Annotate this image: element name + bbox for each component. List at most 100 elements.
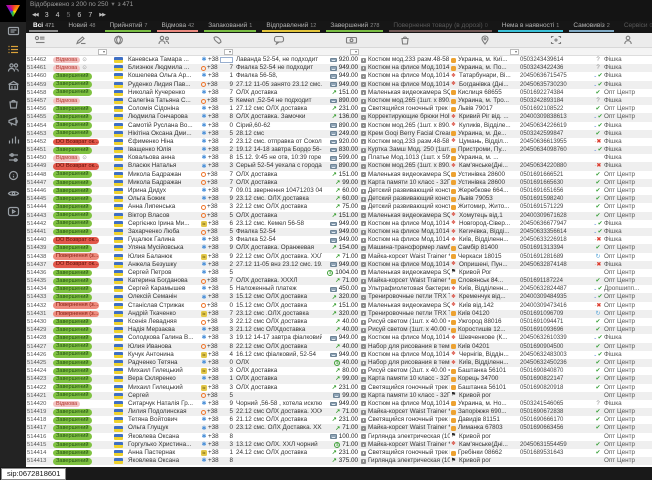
product-cell[interactable]: Костюм на флисе Мод.1014 (1ш... — [360, 220, 450, 228]
order-status[interactable]: Завершений — [52, 441, 108, 449]
table-row[interactable]: 514430 Завершений Ксенія Левадняя +383 2… — [26, 318, 652, 326]
address-cell[interactable]: Ужгород 88016 — [450, 318, 520, 326]
tracking-number[interactable]: 0503242893184 — [520, 97, 592, 105]
tab-Сервіси[interactable]: Сервіси0 — [617, 21, 652, 33]
phone-cell[interactable]: +383 — [200, 318, 234, 326]
phone-cell[interactable]: ✱+382 — [200, 146, 234, 154]
product-cell[interactable]: Гирлянда электрическая (100 л... — [360, 457, 450, 465]
table-row[interactable]: 514437 DO Возврат ок... Анжела Безушку ✱… — [26, 261, 652, 269]
tracking-number[interactable]: 0501690672838 — [520, 408, 592, 416]
address-cell[interactable]: Корець 34700 — [450, 375, 520, 383]
phone-cell[interactable]: ✱+380 — [200, 424, 234, 432]
phone-cell[interactable]: ic+386 — [200, 220, 234, 228]
order-status[interactable]: Завершений — [52, 433, 108, 441]
phone-cell[interactable]: +387 — [200, 179, 234, 187]
phone-cell[interactable]: ✱+383 — [200, 293, 234, 301]
table-row[interactable]: 514453 Завершений Нікітіна Оксана Дми...… — [26, 130, 652, 138]
order-comment[interactable]: ОЛХ доставка — [234, 375, 322, 383]
address-cell[interactable]: Самбір 81400 — [450, 244, 520, 252]
phone-cell[interactable]: +385 — [200, 392, 234, 400]
order-comment[interactable] — [234, 433, 322, 441]
order-comment[interactable]: Лаванда 52-54, не подходит — [234, 56, 322, 64]
phone-cell[interactable]: ✱+388 — [200, 457, 234, 465]
order-status[interactable]: Відмова — [52, 400, 108, 408]
order-comment[interactable]: Фиалка 56-58, — [234, 72, 322, 80]
order-status[interactable]: Завершений — [52, 105, 108, 113]
phone-cell[interactable]: ✱+385 — [200, 285, 234, 293]
table-row[interactable]: 514452 DO Возврат ок... Єфименко Ніна ✱+… — [26, 138, 652, 146]
address-cell[interactable]: ⚑Кривой рог — [450, 392, 520, 400]
order-comment[interactable]: Кемел ,52-54 не подходит — [234, 97, 322, 105]
client-name[interactable]: Ольга Божик — [128, 195, 200, 203]
address-cell[interactable]: ❖Шевченкове (К... — [450, 334, 520, 342]
order-comment[interactable]: ОЛХ доставка — [234, 89, 322, 97]
sidebar-item-clients[interactable] — [0, 58, 26, 76]
order-status[interactable]: Завершений — [52, 343, 108, 351]
product-cell[interactable]: Костюм мод.233 разм.48-58 (1... — [360, 138, 450, 146]
address-cell[interactable]: Устинівка 28600 — [450, 171, 520, 179]
address-cell[interactable]: Лиманка 67803 — [450, 424, 520, 432]
order-status[interactable]: Завершений — [52, 171, 108, 179]
client-name[interactable]: Лилия Подолинская — [128, 408, 200, 416]
tracking-number[interactable]: 20450632610339 — [520, 334, 592, 342]
client-name[interactable]: Микола Бадражан — [128, 171, 200, 179]
order-status[interactable]: Завершений — [52, 351, 108, 359]
tracking-number[interactable] — [520, 392, 592, 400]
client-name[interactable]: Каневська Тамара ... — [128, 56, 200, 64]
phone-cell[interactable]: ✱+382 — [200, 138, 234, 146]
page-7[interactable]: 7 — [88, 10, 92, 21]
client-name[interactable]: Ольга Глущук — [128, 424, 200, 432]
product-cell[interactable]: Куртка Замш Мод. 250 (1шт. х 8... — [360, 146, 450, 154]
order-comment[interactable]: 23.12 смс. отправка от Сокол... — [234, 138, 322, 146]
table-row[interactable]: 514456 Завершений Соломія Сідоніна ✱+381… — [26, 105, 652, 113]
sidebar-item-settings[interactable] — [0, 148, 26, 166]
order-status[interactable]: Завершений — [52, 244, 108, 252]
table-row[interactable]: 514422 Завершений Михаил Гилецький ic+38… — [26, 384, 652, 392]
phone-filter-dropdown[interactable]: ▾ — [224, 49, 233, 55]
client-name[interactable]: Нікітіна Оксана Дми... — [128, 130, 200, 138]
order-status[interactable]: Завершений — [52, 326, 108, 334]
table-row[interactable]: 514447 Завершений Микола Бадражан +387 О… — [26, 179, 652, 187]
product-cell[interactable]: Детский развивающий констру... — [360, 203, 450, 211]
order-comment[interactable]: 19.12 14-17 завтра фіалковий,... — [234, 334, 322, 342]
client-name[interactable]: Ковальова анна — [128, 154, 200, 162]
client-name[interactable]: Надія Мерзаєва — [128, 326, 200, 334]
address-cell[interactable]: ⚑Кривой рог — [450, 457, 520, 465]
table-row[interactable]: 514435 Завершений Катерина Богданова +38… — [26, 277, 652, 285]
address-cell[interactable]: ❖Опришені, Пун... — [450, 261, 520, 269]
table-row[interactable]: 514448 Завершений Микола Бадражан +387 О… — [26, 171, 652, 179]
order-status[interactable]: Відмова⊙ — [52, 64, 108, 72]
address-cell[interactable]: ❖Цумань, Відділ... — [450, 138, 520, 146]
table-row[interactable]: 514415 Завершений Горгулько Христина... … — [26, 441, 652, 449]
order-status[interactable]: Завершений — [52, 375, 108, 383]
order-status[interactable]: Завершений — [52, 113, 108, 121]
table-row[interactable]: 514414 Завершений Анна Пастернак ic+381 … — [26, 449, 652, 457]
table-row[interactable]: 514460 Завершений Кошелева Ольга Ар... ✱… — [26, 72, 652, 80]
phone-cell[interactable]: +385 — [200, 212, 234, 220]
product-cell[interactable]: Маленькая видеокамера SQ8 *... — [360, 171, 450, 179]
address-cell[interactable]: ❖Новгород-Сівер... — [450, 220, 520, 228]
order-status[interactable]: Повернення (з... — [52, 302, 108, 310]
product-cell[interactable]: Костюм на флисе Мод.1014 (1ш... — [360, 64, 450, 72]
tracking-number[interactable]: 20450634098760 — [520, 146, 592, 154]
address-cell[interactable]: ❖Богданівка (Дні... — [450, 81, 520, 89]
phone-cell[interactable]: +387 — [200, 64, 234, 72]
client-name[interactable]: Ирина Дидух — [128, 187, 200, 195]
column-manager-header[interactable] — [604, 33, 652, 47]
order-comment[interactable]: ОЛХ доставка — [234, 367, 322, 375]
order-comment[interactable]: Наложенный платеж — [234, 285, 322, 293]
tracking-number[interactable] — [520, 433, 592, 441]
tab-Новий[interactable]: Новий48 — [61, 21, 102, 33]
client-name[interactable]: Тетяна Войтович — [128, 416, 200, 424]
product-cell[interactable]: Костюм на флисе Мод.1014 (1ш... — [360, 81, 450, 89]
order-status[interactable]: Завершений — [52, 293, 108, 301]
table-row[interactable]: 514423 Завершений Вера Скляренко ✱+381 О… — [26, 375, 652, 383]
phone-cell[interactable]: ic+383 — [200, 384, 234, 392]
order-comment[interactable]: Фиалка 52-54 — [234, 228, 322, 236]
order-comment[interactable]: ОЛХ доставка — [234, 171, 322, 179]
address-cell[interactable]: ❖Київ, Відділенн... — [450, 359, 520, 367]
address-cell[interactable]: Давидів 81151 — [450, 416, 520, 424]
order-comment[interactable]: 15.12 смс ОЛХ доставка — [234, 293, 322, 301]
order-comment[interactable]: ОЛХ доставка — [234, 212, 322, 220]
order-status[interactable]: Завершений — [52, 277, 108, 285]
